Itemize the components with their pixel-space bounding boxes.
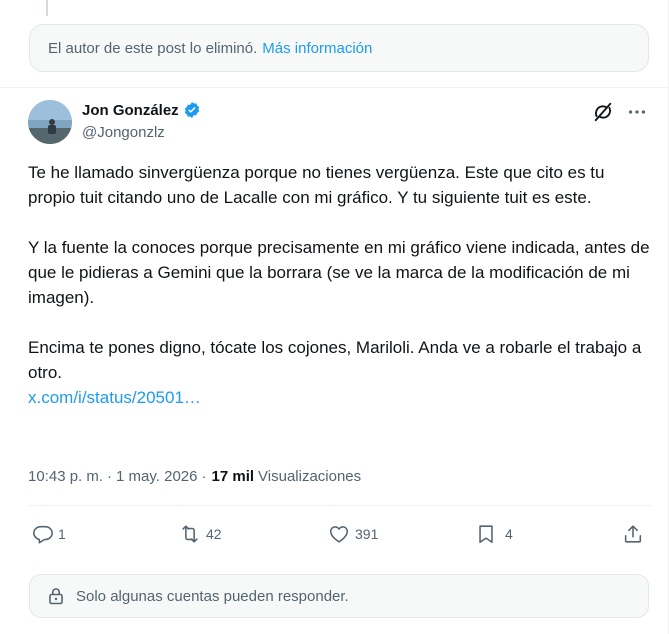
- divider: [0, 87, 669, 88]
- avatar[interactable]: [28, 100, 72, 144]
- more-info-link[interactable]: Más información: [262, 40, 372, 57]
- repost-icon: [182, 525, 198, 543]
- repost-count: 42: [206, 526, 222, 542]
- tweet-date[interactable]: 1 may. 2026: [116, 468, 197, 485]
- reply-restriction-text: Solo algunas cuentas pueden responder.: [76, 587, 349, 605]
- reply-button[interactable]: 1: [32, 518, 66, 550]
- meta-separator: ·: [201, 468, 207, 485]
- verified-badge-icon: [184, 102, 199, 118]
- tweet-meta: 10:43 p. m. · 1 may. 2026 · 17 mil Visua…: [28, 468, 361, 485]
- reply-count: 1: [58, 526, 66, 542]
- share-button[interactable]: [622, 518, 644, 550]
- avatar-image: [28, 100, 72, 144]
- reply-icon: [33, 525, 53, 544]
- bookmark-icon: [479, 525, 493, 544]
- share-icon: [624, 525, 642, 543]
- bookmark-count: 4: [505, 526, 513, 542]
- reply-restriction-notice: Solo algunas cuentas pueden responder.: [29, 574, 649, 618]
- author-name[interactable]: Jon González: [82, 102, 179, 119]
- tweet-paragraph: Encima te pones digno, tócate los cojone…: [28, 338, 642, 382]
- tweet-header-actions: [592, 101, 648, 123]
- tweet-paragraph: Te he llamado sinvergüenza porque no tie…: [28, 163, 605, 207]
- tweet-time[interactable]: 10:43 p. m.: [28, 468, 103, 485]
- tweet-text: Te he llamado sinvergüenza porque no tie…: [28, 160, 653, 410]
- author-block: Jon González @Jongonzlz: [82, 100, 201, 141]
- repost-button[interactable]: 42: [178, 518, 222, 550]
- meta-separator: ·: [107, 468, 113, 485]
- deleted-notice-text: El autor de este post lo eliminó.: [48, 39, 258, 57]
- grok-icon[interactable]: [592, 101, 614, 123]
- quoted-status-link[interactable]: x.com/i/status/20501…: [28, 385, 201, 410]
- like-button[interactable]: 391: [327, 518, 378, 550]
- lock-icon: [49, 588, 63, 605]
- views-count: 17 mil: [211, 468, 255, 485]
- divider: [28, 505, 652, 506]
- author-handle[interactable]: @Jongonzlz: [82, 124, 201, 141]
- views-label: Visualizaciones: [258, 468, 362, 485]
- thread-line: [46, 0, 48, 16]
- tweet-detail-page: El autor de este post lo eliminó. Más in…: [0, 0, 669, 634]
- bookmark-button[interactable]: 4: [475, 518, 513, 550]
- more-options-icon[interactable]: [626, 101, 648, 123]
- heart-icon: [329, 526, 349, 543]
- like-count: 391: [355, 526, 379, 542]
- deleted-post-notice: El autor de este post lo eliminó. Más in…: [29, 24, 649, 72]
- tweet-paragraph: Y la fuente la conoces porque precisamen…: [28, 238, 650, 307]
- tweet-actions: 1 42 391 4: [28, 518, 652, 550]
